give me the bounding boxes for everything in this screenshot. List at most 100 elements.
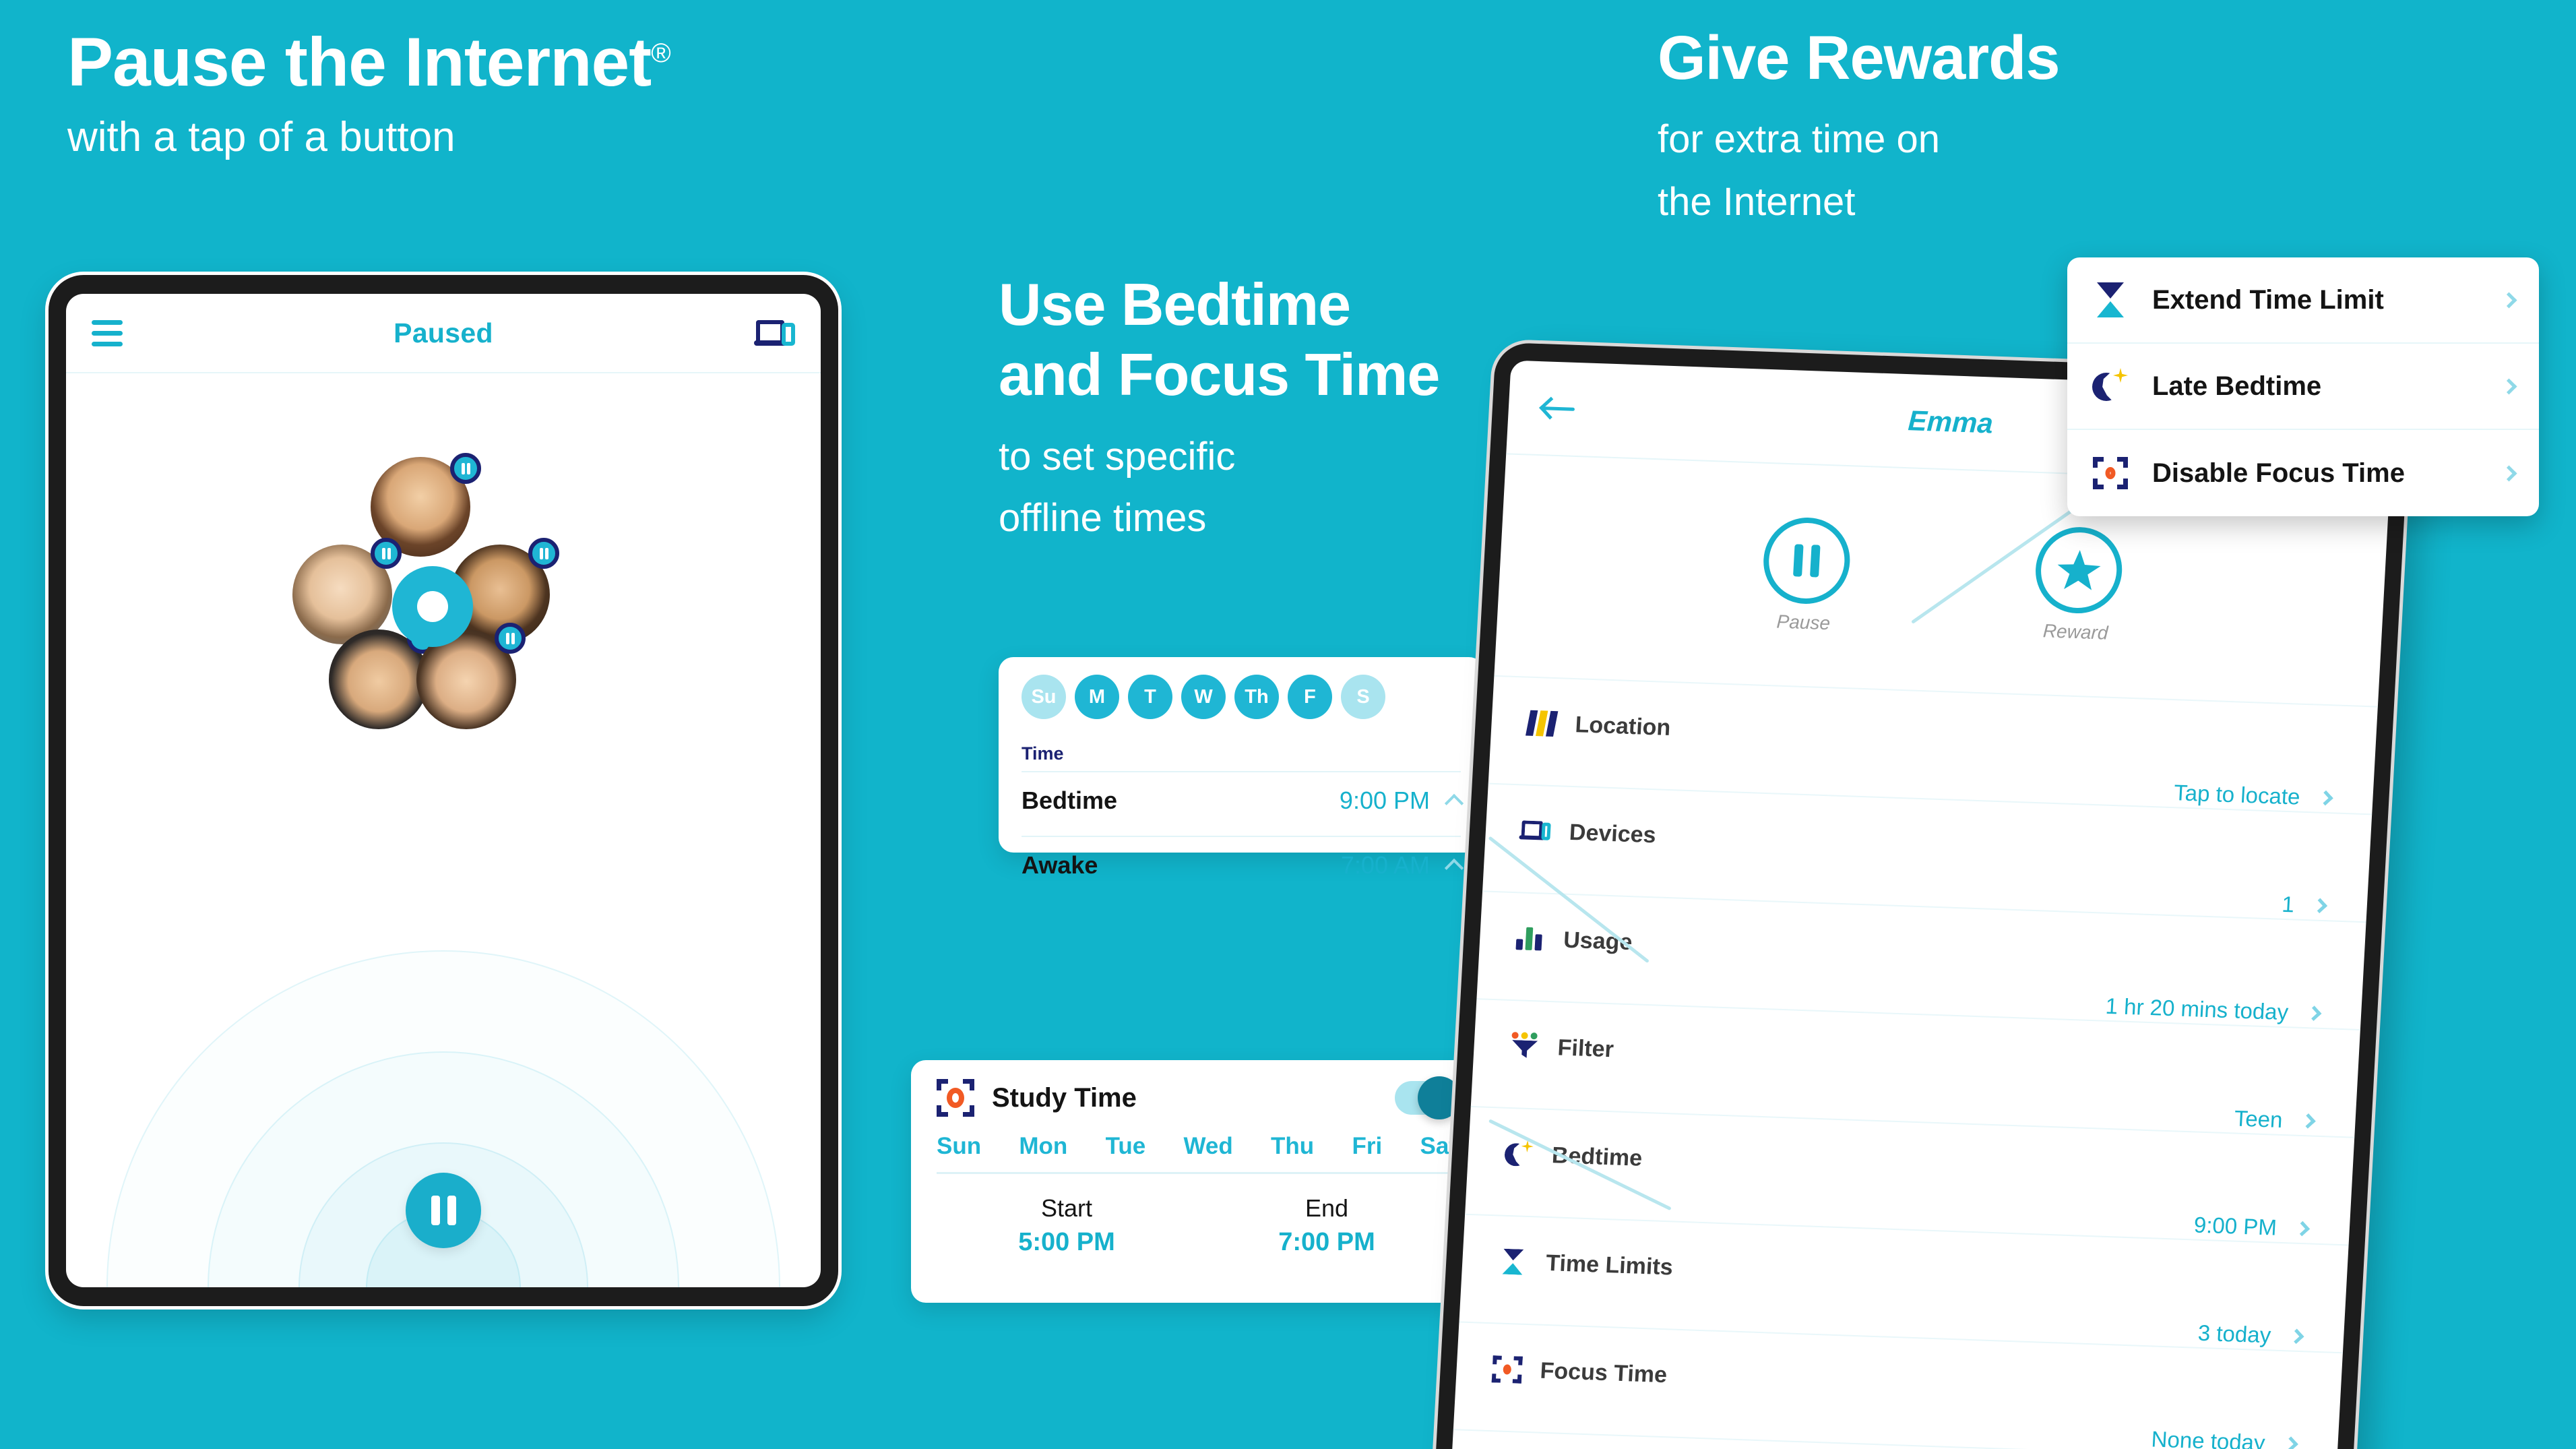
bedtime-row[interactable]: Bedtime 9:00 PM bbox=[1022, 771, 1464, 829]
pause-badge-dad[interactable] bbox=[528, 538, 559, 569]
profile-settings-list: Location Tap to locate Devices 1 Usage 1… bbox=[1451, 676, 2378, 1449]
usage-icon bbox=[1514, 923, 1546, 955]
promo-page: Pause the Internet® with a tap of a butt… bbox=[0, 0, 2576, 1449]
pause-badge-mom[interactable] bbox=[450, 453, 481, 484]
weekday-tue[interactable]: Tue bbox=[1106, 1133, 1146, 1160]
focus-time-icon bbox=[1491, 1353, 1523, 1386]
chevron-right-icon bbox=[2312, 898, 2328, 914]
focus-time-icon bbox=[937, 1079, 974, 1117]
pause-icon bbox=[1761, 516, 1852, 606]
study-start-label: Start bbox=[1040, 1194, 1093, 1222]
headline-pause-title-text: Pause the Internet bbox=[67, 24, 652, 100]
list-item-value: 9:00 PM bbox=[2193, 1212, 2277, 1240]
tablet-left-screen: Paused bbox=[66, 294, 821, 1287]
rewards-menu-item-label: Disable Focus Time bbox=[2152, 458, 2405, 488]
weekday-wed[interactable]: Wed bbox=[1184, 1133, 1233, 1160]
pause-action[interactable]: Pause bbox=[1756, 516, 1856, 636]
study-end-value: 7:00 PM bbox=[1278, 1228, 1375, 1256]
chevron-right-icon bbox=[2294, 1221, 2311, 1237]
star-icon bbox=[2033, 525, 2125, 615]
awake-row-label: Awake bbox=[1022, 851, 1098, 879]
rewards-menu-item-label: Extend Time Limit bbox=[2152, 284, 2384, 315]
study-start-col[interactable]: Start 5:00 PM bbox=[937, 1194, 1197, 1257]
reward-action[interactable]: Reward bbox=[2028, 525, 2128, 645]
chevron-right-icon bbox=[2318, 790, 2333, 806]
registered-mark: ® bbox=[651, 38, 671, 68]
chevron-right-icon bbox=[2501, 377, 2517, 395]
tablet-right-screen: Emma Pause Reward Location Tap to locate… bbox=[1451, 360, 2395, 1449]
day-chip-t[interactable]: T bbox=[1128, 675, 1172, 719]
filter-icon bbox=[1508, 1030, 1540, 1063]
awake-row-value: 7:00 AM bbox=[1340, 851, 1430, 879]
study-start-end-row: Start 5:00 PM End 7:00 PM bbox=[937, 1194, 1457, 1257]
day-chip-su[interactable]: Su bbox=[1022, 675, 1066, 719]
avatar-emma-photo bbox=[1875, 507, 2016, 513]
devices-icon[interactable] bbox=[754, 318, 795, 348]
big-pause-button[interactable] bbox=[406, 1173, 481, 1248]
chevron-up-icon[interactable] bbox=[1444, 793, 1464, 813]
study-time-card: Study Time Sun Mon Tue Wed Thu Fri Sat S… bbox=[911, 1060, 1482, 1303]
study-time-toggle[interactable] bbox=[1395, 1076, 1461, 1119]
left-app-title: Paused bbox=[394, 317, 493, 348]
family-center-ring[interactable] bbox=[392, 566, 473, 647]
study-weekday-row: Sun Mon Tue Wed Thu Fri Sat bbox=[937, 1133, 1457, 1174]
study-time-header: Study Time bbox=[937, 1076, 1461, 1119]
avatar-emma[interactable] bbox=[1868, 507, 2016, 653]
chevron-right-icon bbox=[2306, 1006, 2322, 1021]
list-item-label: Time Limits bbox=[1545, 1250, 1674, 1280]
chevron-right-icon bbox=[2283, 1436, 2298, 1449]
list-item-label: Filter bbox=[1557, 1034, 1614, 1062]
day-chip-th[interactable]: Th bbox=[1234, 675, 1279, 719]
list-item-value: None today bbox=[2150, 1426, 2266, 1449]
list-item-label: Devices bbox=[1569, 819, 1657, 848]
list-item-value: 1 bbox=[2281, 891, 2295, 917]
left-app-header: Paused bbox=[66, 294, 821, 373]
chevron-right-icon bbox=[2300, 1113, 2316, 1129]
headline-bedtime-sub2: offline times bbox=[999, 495, 1207, 540]
headline-rewards-title: Give Rewards bbox=[1658, 24, 2061, 92]
day-chip-s[interactable]: S bbox=[1341, 675, 1385, 719]
rewards-menu-item-extend-time-limit[interactable]: Extend Time Limit bbox=[2067, 257, 2539, 344]
headline-rewards-sub2: the Internet bbox=[1658, 180, 1856, 224]
bedtime-schedule-card: Su M T W Th F S Time Bedtime 9:00 PM Awa… bbox=[999, 657, 1484, 879]
weekday-sun[interactable]: Sun bbox=[937, 1133, 981, 1160]
hourglass-icon bbox=[1497, 1245, 1529, 1278]
weekday-fri[interactable]: Fri bbox=[1352, 1133, 1382, 1160]
bedtime-row-label: Bedtime bbox=[1022, 787, 1118, 814]
headline-bedtime-sub1: to set specific bbox=[999, 434, 1236, 479]
list-item-value: Teen bbox=[2233, 1105, 2284, 1132]
pause-badge-girl[interactable] bbox=[495, 623, 526, 654]
list-item-label: Location bbox=[1574, 711, 1672, 741]
headline-pause-subtitle: with a tap of a button bbox=[67, 114, 455, 161]
day-chip-w[interactable]: W bbox=[1181, 675, 1226, 719]
list-item-value: 1 hr 20 mins today bbox=[2104, 993, 2290, 1025]
reward-action-label: Reward bbox=[2042, 620, 2109, 644]
weekday-mon[interactable]: Mon bbox=[1019, 1133, 1067, 1160]
rewards-menu: Extend Time Limit Late Bedtime Disable F… bbox=[2067, 257, 2539, 516]
weekday-thu[interactable]: Thu bbox=[1271, 1133, 1314, 1160]
bedtime-time-section-label: Time bbox=[1022, 743, 1064, 764]
focus-time-icon bbox=[2092, 454, 2129, 492]
headline-pause: Pause the Internet® with a tap of a butt… bbox=[67, 24, 671, 164]
awake-row[interactable]: Awake 7:00 AM bbox=[1022, 836, 1464, 894]
rewards-menu-item-late-bedtime[interactable]: Late Bedtime bbox=[2067, 344, 2539, 430]
chevron-right-icon bbox=[2288, 1328, 2304, 1345]
pause-badge-teen[interactable] bbox=[371, 538, 402, 569]
pause-action-label: Pause bbox=[1776, 611, 1831, 634]
day-chip-f[interactable]: F bbox=[1288, 675, 1332, 719]
list-item-label: Focus Time bbox=[1539, 1357, 1668, 1388]
tablet-left-device: Paused bbox=[49, 275, 838, 1306]
study-time-title: Study Time bbox=[992, 1082, 1137, 1113]
devices-icon bbox=[1519, 815, 1552, 847]
rewards-menu-item-disable-focus-time[interactable]: Disable Focus Time bbox=[2067, 430, 2539, 516]
headline-rewards-sub1: for extra time on bbox=[1658, 117, 1941, 161]
day-chip-m[interactable]: M bbox=[1075, 675, 1119, 719]
headline-bedtime-line1: Use Bedtime bbox=[999, 271, 1351, 338]
study-start-value: 5:00 PM bbox=[1018, 1228, 1115, 1256]
study-end-label: End bbox=[1305, 1194, 1349, 1222]
pause-ripples bbox=[66, 762, 821, 1287]
chevron-right-icon bbox=[2501, 464, 2517, 482]
study-end-col[interactable]: End 7:00 PM bbox=[1197, 1194, 1457, 1257]
chevron-up-icon[interactable] bbox=[1444, 858, 1464, 878]
headline-rewards: Give Rewards for extra time on the Inter… bbox=[1658, 24, 2061, 233]
